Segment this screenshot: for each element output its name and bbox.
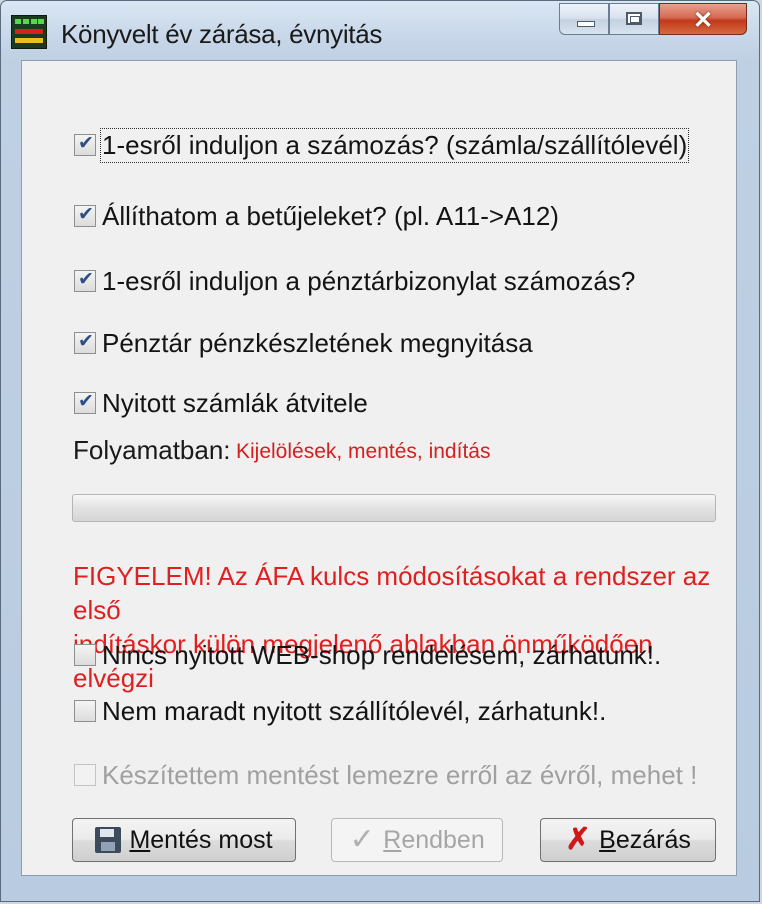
minimize-icon	[577, 21, 595, 27]
option-carry-open-invoices[interactable]: Nyitott számlák átvitele	[74, 385, 368, 421]
confirm-no-open-delivery-notes[interactable]: Nem maradt nyitott szállítólevél, zárhat…	[74, 693, 606, 729]
button-label: Rendben	[383, 825, 485, 854]
option-label: 1-esről induljon a számozás? (számla/szá…	[99, 127, 690, 163]
close-icon: ✕	[692, 7, 714, 34]
red-x-icon: ✗	[565, 823, 591, 856]
button-label: Mentés most	[129, 825, 273, 854]
checkbox[interactable]	[74, 700, 96, 722]
dialog-body: 1-esről induljon a számozás? (számla/szá…	[21, 60, 737, 876]
option-label: Nincs nyitott WEB-shop rendelésem, zárha…	[102, 639, 662, 670]
caption-buttons: ✕	[559, 3, 747, 37]
checkbox[interactable]	[74, 132, 96, 156]
close-window-button[interactable]: ✕	[659, 3, 747, 35]
option-label: Állíthatom a betűjeleket? (pl. A11->A12)	[102, 200, 559, 231]
option-adjust-letter-codes[interactable]: Állíthatom a betűjeleket? (pl. A11->A12)	[74, 198, 559, 234]
save-now-button[interactable]: Mentés most	[72, 818, 296, 862]
option-label: 1-esről induljon a pénztárbizonylat szám…	[102, 265, 636, 296]
option-label: Készítettem mentést lemezre erről az évr…	[102, 759, 698, 790]
progress-status: Kijelölések, mentés, indítás	[236, 440, 491, 463]
maximize-button[interactable]	[609, 3, 659, 35]
app-icon	[11, 15, 47, 49]
warning-line: FIGYELEM! Az ÁFA kulcs módosításokat a r…	[73, 561, 711, 625]
confirm-backup-made: Készítettem mentést lemezre erről az évr…	[74, 757, 697, 793]
option-reset-cash-voucher-numbering[interactable]: 1-esről induljon a pénztárbizonylat szám…	[74, 263, 635, 299]
checkbox[interactable]	[74, 330, 96, 354]
minimize-button[interactable]	[559, 3, 609, 35]
option-open-cash-balance[interactable]: Pénztár pénzkészletének megnyitása	[74, 325, 533, 361]
checkbox[interactable]	[74, 644, 96, 666]
checkmark-icon: ✓	[349, 823, 375, 856]
ok-button: ✓ Rendben	[331, 818, 503, 862]
button-label: Bezárás	[599, 825, 691, 854]
progress-bar	[72, 494, 716, 522]
window-title: Könyvelt év zárása, évnyitás	[61, 19, 383, 49]
option-reset-invoice-numbering[interactable]: 1-esről induljon a számozás? (számla/szá…	[74, 127, 690, 163]
progress-label: Folyamatban:	[73, 435, 231, 465]
dialog-window: Könyvelt év zárása, évnyitás ✕ 1-esről i…	[0, 0, 760, 902]
checkbox	[74, 764, 96, 786]
option-label: Nem maradt nyitott szállítólevél, zárhat…	[102, 695, 607, 726]
checkbox[interactable]	[74, 268, 96, 292]
title-bar[interactable]: Könyvelt év zárása, évnyitás ✕	[1, 1, 759, 59]
checkbox[interactable]	[74, 390, 96, 414]
confirm-no-open-webshop-orders[interactable]: Nincs nyitott WEB-shop rendelésem, zárha…	[74, 637, 661, 673]
close-button[interactable]: ✗ Bezárás	[540, 818, 716, 862]
option-label: Pénztár pénzkészletének megnyitása	[102, 327, 533, 358]
maximize-icon	[626, 12, 642, 25]
option-label: Nyitott számlák átvitele	[102, 387, 368, 418]
checkbox[interactable]	[74, 203, 96, 227]
floppy-disk-icon	[95, 827, 122, 853]
vat-warning: FIGYELEM! Az ÁFA kulcs módosításokat a r…	[73, 559, 733, 695]
